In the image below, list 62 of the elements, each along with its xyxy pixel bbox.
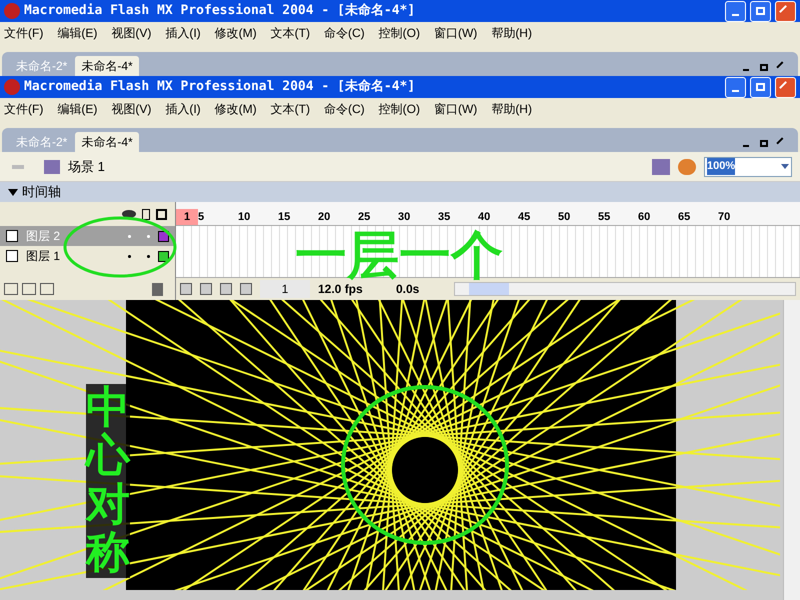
horizontal-scrollbar[interactable]: [454, 282, 796, 296]
menu-item[interactable]: 帮助(H): [491, 100, 532, 118]
frame-number: 45: [518, 210, 532, 224]
menu-item[interactable]: 窗口(W): [434, 100, 478, 118]
menu-item[interactable]: 帮助(H): [491, 24, 532, 42]
menu-item[interactable]: 文本(T): [270, 24, 310, 42]
menu-item[interactable]: 控制(O): [378, 100, 420, 118]
menu-item[interactable]: 文件(F): [4, 100, 44, 118]
frame-number: 40: [478, 210, 492, 224]
window-title: Macromedia Flash MX Professional 2004 - [未命名-4*]: [24, 78, 416, 96]
handwritten-annotation: 一层一个: [295, 230, 503, 282]
window-title: Macromedia Flash MX Professional 2004 - [未命名-4*]: [24, 2, 416, 20]
layer-name: 图层 1: [26, 248, 62, 265]
frame-number: 5: [198, 210, 206, 224]
menu-item[interactable]: 编辑(E): [57, 24, 98, 42]
app-icon: [4, 79, 20, 95]
frame-number: 25: [358, 210, 372, 224]
menu-item[interactable]: 文本(T): [270, 100, 310, 118]
menu-item[interactable]: 命令(C): [324, 100, 365, 118]
restore-button[interactable]: [750, 76, 771, 98]
frame-number: 30: [398, 210, 412, 224]
fps-field: 12.0 fps: [318, 280, 388, 298]
menu-item[interactable]: 插入(I): [165, 24, 201, 42]
app-icon: [4, 3, 20, 19]
outline-icon[interactable]: [156, 208, 167, 220]
menu-item[interactable]: 编辑(E): [57, 100, 98, 118]
frame-number: 10: [238, 210, 252, 224]
menu-item[interactable]: 修改(M): [214, 100, 257, 118]
menu-item[interactable]: 文件(F): [4, 24, 44, 42]
layer-name: 图层 2: [26, 228, 62, 245]
menu-item[interactable]: 视图(V): [111, 100, 152, 118]
frame-number: 65: [678, 210, 692, 224]
menu-item[interactable]: 修改(M): [214, 24, 257, 42]
frame-number: 50: [558, 210, 572, 224]
minimize-button[interactable]: [725, 76, 746, 98]
frame-number: 35: [438, 210, 452, 224]
frame-number: 20: [318, 210, 332, 224]
close-button[interactable]: [775, 76, 796, 98]
menu-item[interactable]: 控制(O): [378, 24, 420, 42]
vertical-scrollbar[interactable]: [783, 300, 800, 600]
menu-item[interactable]: 窗口(W): [434, 24, 478, 42]
scene-label: 场景 1: [68, 158, 105, 176]
document-tab[interactable]: 未命名-4*: [75, 132, 139, 152]
frame-number: 70: [718, 210, 732, 224]
zoom-field[interactable]: 100%: [704, 156, 792, 176]
panel-title[interactable]: 时间轴: [22, 182, 61, 202]
handwritten-annotation: 中心对称: [86, 384, 130, 578]
minimize-button[interactable]: [725, 0, 746, 22]
menu-item[interactable]: 插入(I): [165, 100, 201, 118]
menu-item[interactable]: 视图(V): [111, 24, 152, 42]
frame-number: 60: [638, 210, 652, 224]
close-button[interactable]: [775, 0, 796, 22]
restore-button[interactable]: [750, 0, 771, 22]
layer-icon: [6, 250, 18, 262]
frame-number: 15: [278, 210, 292, 224]
frame-number: 55: [598, 210, 612, 224]
frame-field: 1: [260, 280, 310, 298]
layer-icon: [6, 230, 18, 242]
document-tab[interactable]: 未命名-4*: [75, 56, 139, 76]
menu-item[interactable]: 命令(C): [324, 24, 365, 42]
time-field: 0.0s: [396, 280, 446, 298]
frame-number: 1: [176, 208, 198, 225]
